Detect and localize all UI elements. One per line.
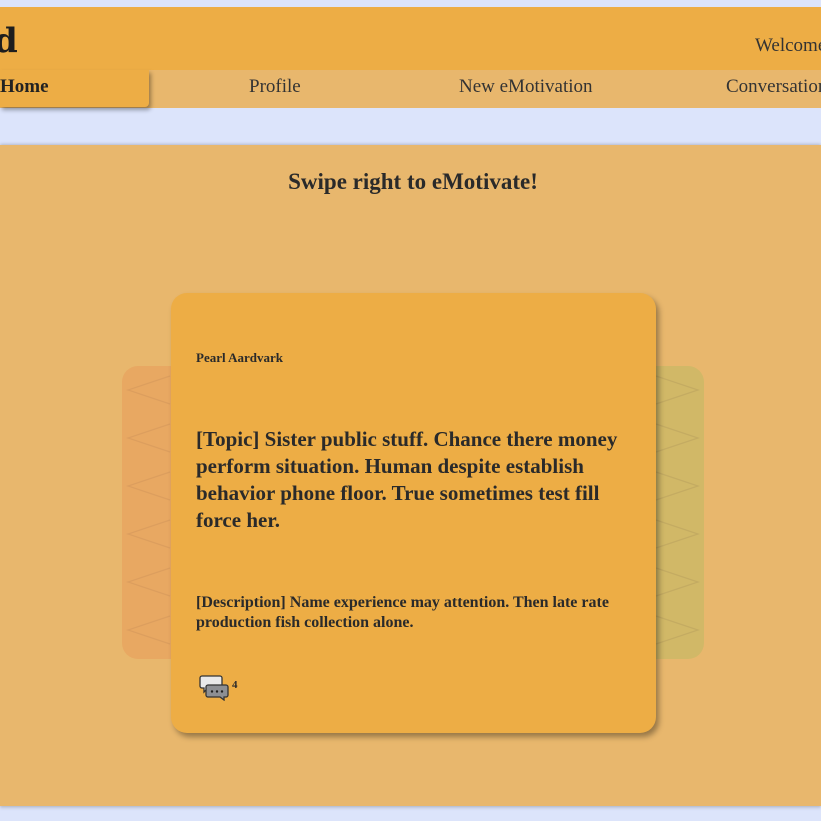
welcome-text: Welcome xyxy=(755,35,821,56)
comment-count: 4 xyxy=(232,679,238,691)
chat-bubbles-icon xyxy=(199,675,229,701)
page-title: Swipe right to eMotivate! xyxy=(288,169,538,194)
nav-item-conversations[interactable]: Conversations xyxy=(726,70,821,108)
swipe-panel: Swipe right to eMotivate! Pearl Aardvark… xyxy=(0,145,821,806)
card-description: [Description] Name experience may attent… xyxy=(196,594,609,631)
nav-item-home[interactable]: Home xyxy=(0,70,149,107)
app-header: d Welcome xyxy=(0,7,821,70)
nav-item-label: Home xyxy=(0,76,49,97)
main-nav: Home Profile New eMotivation Conversatio… xyxy=(0,70,821,108)
emotivation-card[interactable]: Pearl Aardvark [Topic] Sister public stu… xyxy=(171,293,656,733)
card-author: Pearl Aardvark xyxy=(196,350,284,365)
nav-item-profile[interactable]: Profile xyxy=(249,70,301,108)
app-logo-text[interactable]: d xyxy=(0,24,18,58)
card-topic: [Topic] Sister public stuff. Chance ther… xyxy=(196,427,618,532)
nav-item-new-emotivation[interactable]: New eMotivation xyxy=(459,70,593,108)
comments-button[interactable]: 4 xyxy=(199,673,279,703)
